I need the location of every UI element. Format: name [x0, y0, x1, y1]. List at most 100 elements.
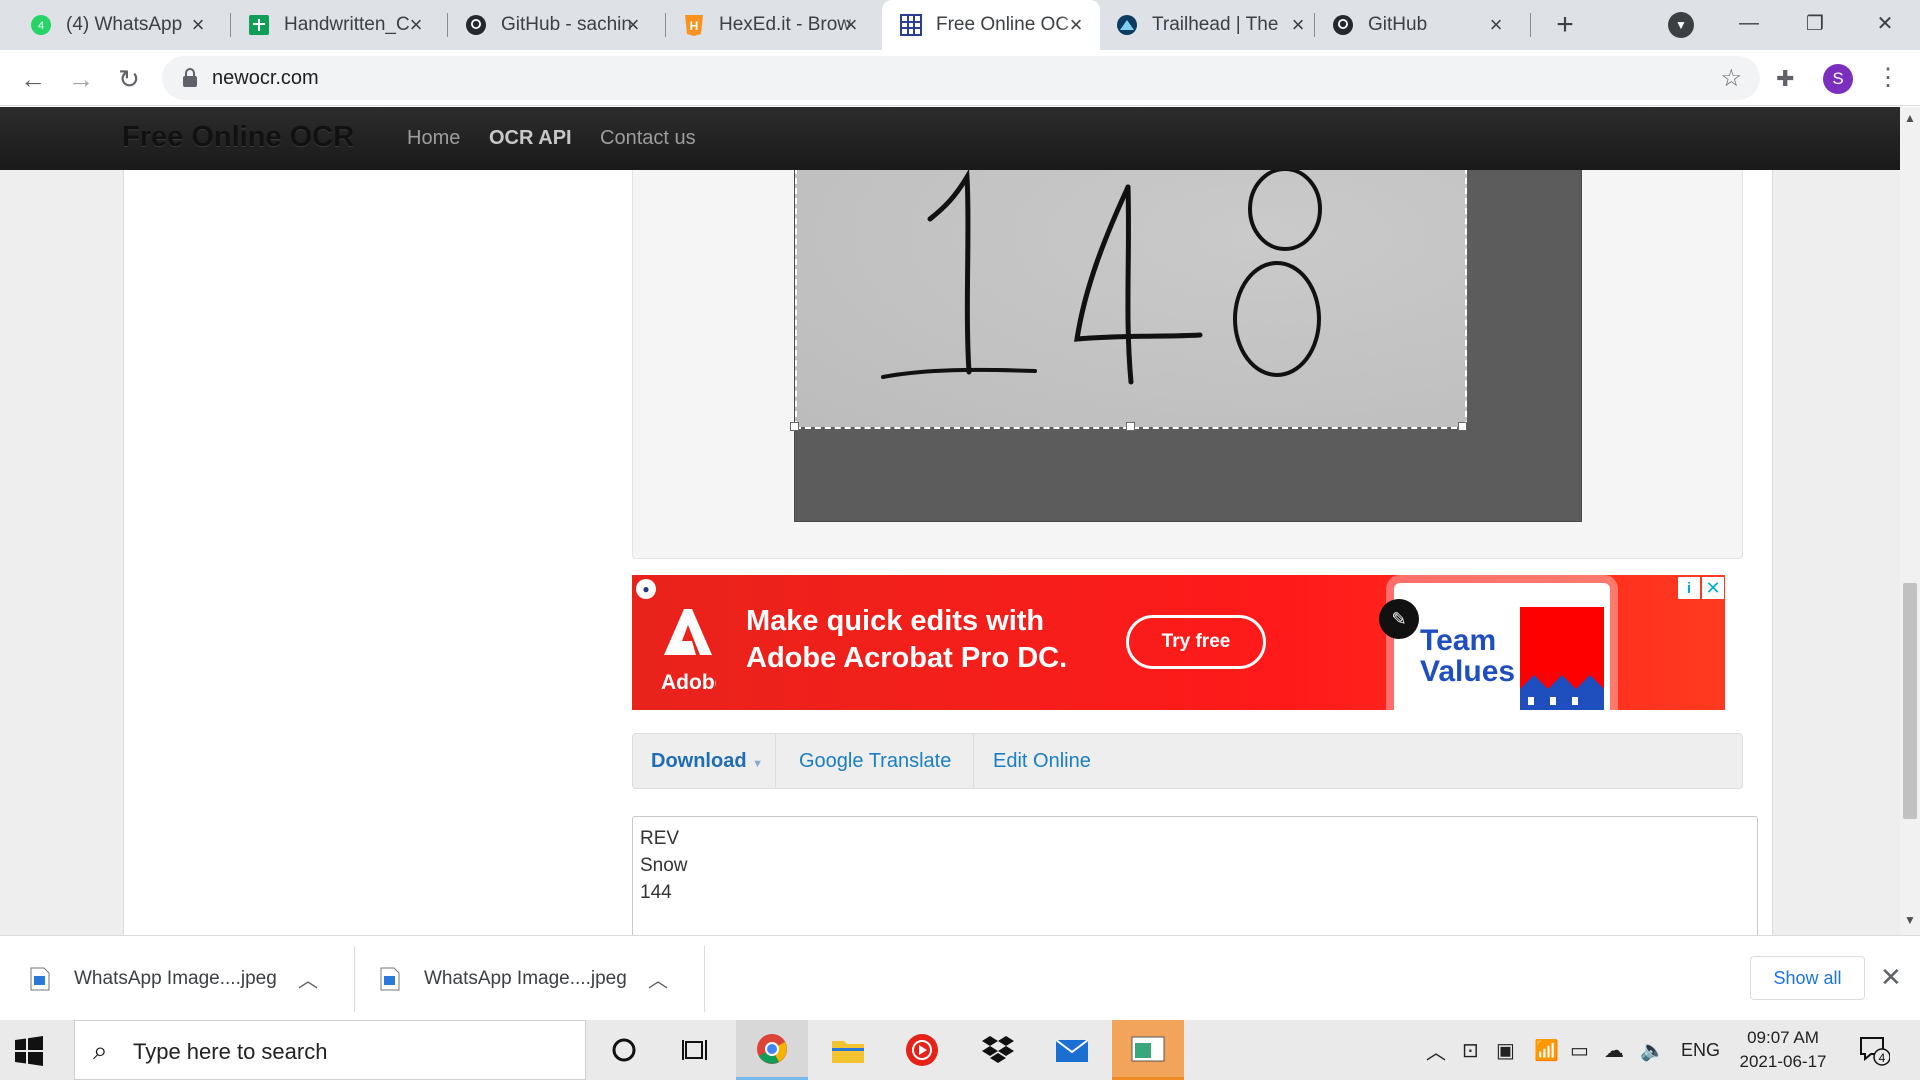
wifi-icon[interactable]: 📶 — [1534, 1020, 1559, 1080]
ad-headline-line1: Make quick edits with — [746, 605, 1045, 637]
ad-close-icon[interactable]: ✕ — [1702, 577, 1724, 599]
divider — [354, 946, 355, 1012]
nav-contact[interactable]: Contact us — [600, 127, 696, 150]
adchoices-shield-icon[interactable]: ● — [636, 579, 656, 599]
download-filename: WhatsApp Image....jpeg — [424, 967, 627, 989]
app-window-icon[interactable] — [1112, 1020, 1184, 1080]
show-hidden-icons[interactable]: ︿ — [1426, 1020, 1446, 1080]
divider — [775, 734, 776, 788]
tab-trailhead[interactable]: Trailhead | The × — [1100, 0, 1322, 50]
download-item[interactable]: WhatsApp Image....jpeg ︿ — [380, 936, 668, 1021]
volume-icon[interactable]: 🔈 — [1640, 1020, 1665, 1080]
svg-text:H: H — [690, 19, 699, 33]
mail-icon[interactable] — [1036, 1020, 1108, 1080]
ocr-line: Snow — [640, 855, 688, 876]
taskbar-search[interactable]: ⌕ Type here to search — [74, 1020, 586, 1080]
task-view-icon[interactable] — [660, 1020, 732, 1080]
download-label: Download — [651, 750, 747, 772]
svg-text:Adobe: Adobe — [661, 671, 716, 694]
restore-icon[interactable]: ❐ — [1782, 0, 1848, 46]
chrome-taskbar-icon[interactable] — [736, 1020, 808, 1080]
dropbox-icon[interactable] — [962, 1020, 1034, 1080]
site-navbar: Free Online OCR Home OCR API Contact us — [0, 107, 1900, 170]
download-item[interactable]: WhatsApp Image....jpeg ︿ — [30, 936, 318, 1021]
profile-avatar[interactable]: S — [1823, 64, 1853, 94]
crop-handle[interactable] — [790, 422, 799, 431]
forward-icon[interactable]: → — [64, 62, 98, 96]
tab-free-online-ocr[interactable]: Free Online OC × — [882, 0, 1100, 50]
close-icon[interactable]: × — [1484, 12, 1508, 37]
download-button[interactable]: Download ▼ — [651, 750, 763, 773]
bookmark-star-icon[interactable]: ☆ — [1720, 64, 1742, 93]
action-center-icon[interactable]: 4 — [1858, 1034, 1891, 1066]
screen: 4 (4) WhatsApp × Handwritten_C × GitHub … — [0, 0, 1920, 1080]
nav-ocr-api[interactable]: OCR API — [489, 127, 572, 150]
adobe-ad-banner[interactable]: ● Adobe Make quick edits with Adobe Acro… — [632, 575, 1725, 710]
search-placeholder: Type here to search — [133, 1039, 328, 1064]
svg-text:4: 4 — [1879, 1051, 1886, 1065]
show-all-downloads-button[interactable]: Show all — [1750, 956, 1865, 1000]
address-bar[interactable]: newocr.com ☆ — [162, 56, 1760, 100]
back-icon[interactable]: ← — [16, 62, 50, 96]
cortana-icon[interactable] — [588, 1020, 660, 1080]
page-scrollbar[interactable]: ▲ ▼ — [1900, 107, 1920, 935]
system-clock[interactable]: 09:07 AM 2021-06-17 — [1733, 1026, 1833, 1074]
close-icon[interactable]: × — [186, 12, 210, 37]
tab-search-icon[interactable]: ▼ — [1668, 12, 1694, 38]
chevron-up-icon[interactable]: ︿ — [298, 964, 318, 993]
tab-hexed[interactable]: H HexEd.it - Brow × — [653, 0, 875, 50]
ocr-result-textarea[interactable]: REV Snow 144 — [632, 816, 1758, 935]
edit-online-button[interactable]: Edit Online — [993, 750, 1091, 773]
caret-down-icon: ▼ — [752, 758, 763, 770]
window-close-icon[interactable]: ✕ — [1852, 0, 1918, 46]
chevron-up-icon[interactable]: ︿ — [648, 964, 668, 993]
language-indicator[interactable]: ENG — [1681, 1020, 1720, 1080]
scroll-up-icon[interactable]: ▲ — [1904, 111, 1916, 125]
youtube-music-icon[interactable] — [886, 1020, 958, 1080]
image-file-icon — [30, 967, 50, 990]
extensions-puzzle-icon[interactable]: ✚ — [1776, 66, 1794, 92]
crop-handle[interactable] — [1458, 422, 1467, 431]
screenshot-tool-icon[interactable]: ▣ — [1496, 1020, 1515, 1080]
close-icon[interactable]: × — [621, 12, 645, 37]
close-icon[interactable]: × — [839, 12, 863, 37]
search-icon: ⌕ — [93, 1035, 108, 1065]
ocr-icon — [900, 14, 922, 36]
tab-github[interactable]: GitHub × — [1302, 0, 1520, 50]
browser-menu-icon[interactable]: ⋮ — [1876, 64, 1900, 92]
crop-handle[interactable] — [1126, 422, 1135, 431]
new-tab-button[interactable]: + — [1548, 8, 1582, 42]
browser-toolbar: ← → ↻ newocr.com ☆ ✚ S ⋮ — [0, 50, 1920, 106]
divider — [973, 734, 974, 788]
url-text: newocr.com — [212, 67, 319, 89]
close-icon[interactable]: × — [1064, 12, 1088, 37]
svg-text:4: 4 — [38, 20, 44, 32]
ad-card-red-block — [1520, 607, 1604, 710]
site-brand[interactable]: Free Online OCR — [122, 121, 354, 154]
meet-now-icon[interactable]: ⊡ — [1462, 1020, 1479, 1080]
ocr-line: REV — [640, 828, 680, 849]
try-free-button[interactable]: Try free — [1126, 615, 1266, 669]
google-translate-button[interactable]: Google Translate — [799, 750, 951, 773]
reload-icon[interactable]: ↻ — [112, 62, 146, 96]
tab-github-sachin[interactable]: GitHub - sachin × — [435, 0, 657, 50]
file-explorer-icon[interactable] — [812, 1020, 884, 1080]
tab-handwritten[interactable]: Handwritten_C × — [218, 0, 440, 50]
ad-headline-line2: Adobe Acrobat Pro DC. — [746, 642, 1068, 674]
downloads-shelf: WhatsApp Image....jpeg ︿ WhatsApp Image.… — [0, 935, 1920, 1020]
ad-info-icon[interactable]: i — [1678, 577, 1700, 599]
battery-icon[interactable]: ▭ — [1570, 1020, 1589, 1080]
close-icon[interactable]: × — [404, 12, 428, 37]
nav-home[interactable]: Home — [407, 127, 460, 150]
scrollbar-thumb[interactable] — [1903, 583, 1917, 819]
minimize-icon[interactable]: — — [1716, 0, 1782, 46]
onedrive-cloud-icon[interactable]: ☁ — [1604, 1020, 1624, 1080]
close-shelf-icon[interactable]: ✕ — [1880, 962, 1902, 993]
page-viewport: 148 ● Adobe Make quick edits with Adobe … — [0, 107, 1900, 935]
windows-start-icon[interactable] — [14, 1036, 44, 1066]
divider — [704, 946, 705, 1012]
tab-whatsapp[interactable]: 4 (4) WhatsApp × — [0, 0, 222, 50]
tab-strip: 4 (4) WhatsApp × Handwritten_C × GitHub … — [0, 0, 1920, 50]
sheets-icon — [248, 14, 270, 36]
scroll-down-icon[interactable]: ▼ — [1904, 913, 1916, 927]
